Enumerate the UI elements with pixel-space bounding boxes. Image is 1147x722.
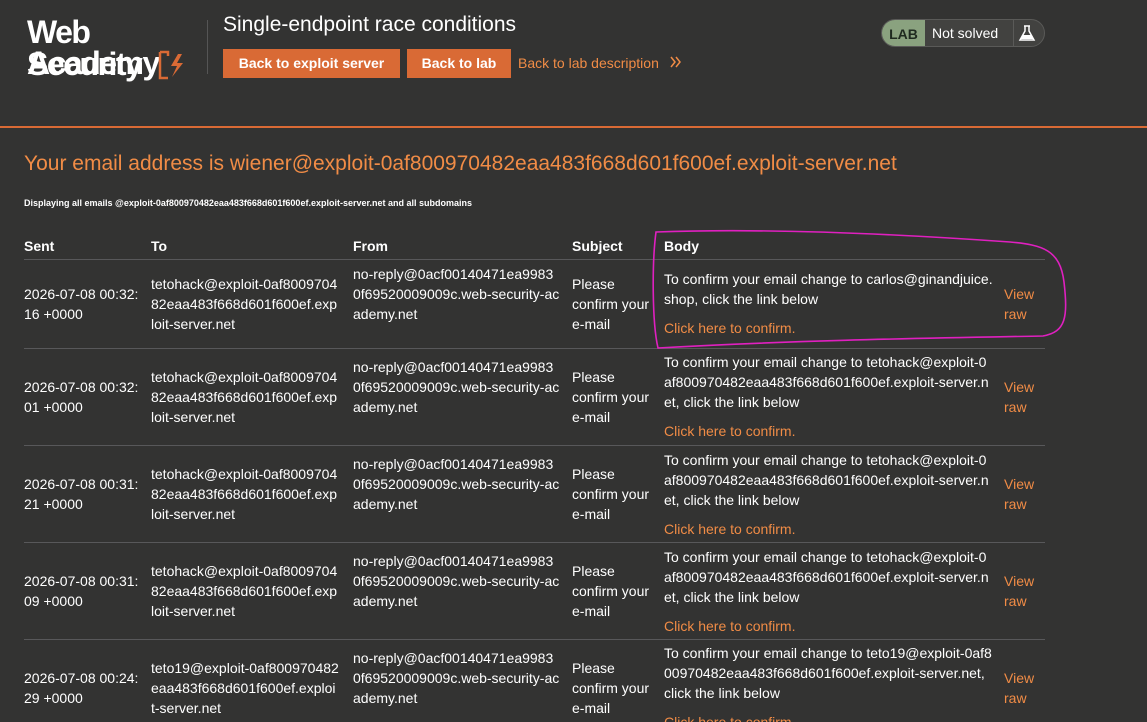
back-to-lab-description-link[interactable]: Back to lab description bbox=[518, 55, 659, 71]
logo-bolt-icon bbox=[158, 50, 183, 80]
sent-cell: 2026-07-08 00:32:16 +0000 bbox=[24, 286, 139, 322]
table-header: Sent To From Subject Body bbox=[24, 238, 1045, 260]
lab-badge: LAB bbox=[882, 20, 925, 46]
body-cell: To confirm your email change to carlos@g… bbox=[664, 271, 993, 307]
confirm-link[interactable]: Click here to confirm. bbox=[664, 618, 795, 634]
lab-status-widget: LAB Not solved bbox=[881, 19, 1045, 47]
subject-cell: Please confirm your e-mail bbox=[572, 563, 650, 619]
from-cell: no-reply@0acf00140471ea99830f69520009009… bbox=[353, 650, 560, 706]
col-header-body: Body bbox=[664, 238, 699, 254]
body-cell: To confirm your email change to teto19@e… bbox=[664, 645, 992, 701]
sent-cell: 2026-07-08 00:24:29 +0000 bbox=[24, 670, 139, 706]
academy-logo[interactable]: Web Security Academy bbox=[24, 14, 208, 82]
to-cell: tetohack@exploit-0af800970482eaa483f668d… bbox=[151, 466, 338, 522]
view-raw-link[interactable]: View raw bbox=[1004, 377, 1044, 417]
confirm-link[interactable]: Click here to confirm. bbox=[664, 320, 795, 336]
col-header-to: To bbox=[151, 238, 168, 254]
sent-cell: 2026-07-08 00:31:09 +0000 bbox=[24, 573, 139, 609]
logo-divider bbox=[207, 20, 208, 74]
back-to-exploit-server-button[interactable]: Back to exploit server bbox=[223, 49, 400, 78]
chevron-double-right-icon bbox=[670, 56, 681, 68]
view-raw-link[interactable]: View raw bbox=[1004, 284, 1044, 324]
view-raw-link[interactable]: View raw bbox=[1004, 668, 1044, 708]
from-cell: no-reply@0acf00140471ea99830f69520009009… bbox=[353, 266, 560, 322]
view-raw-link[interactable]: View raw bbox=[1004, 571, 1044, 611]
confirm-link[interactable]: Click here to confirm. bbox=[664, 714, 795, 722]
to-cell: tetohack@exploit-0af800970482eaa483f668d… bbox=[151, 369, 338, 425]
email-address-heading: Your email address is wiener@exploit-0af… bbox=[24, 152, 897, 175]
col-header-sent: Sent bbox=[24, 238, 55, 254]
subject-cell: Please confirm your e-mail bbox=[572, 660, 650, 716]
from-cell: no-reply@0acf00140471ea99830f69520009009… bbox=[353, 456, 560, 512]
table-row: 2026-07-08 00:31:09 +0000 tetohack@explo… bbox=[24, 543, 1045, 640]
from-cell: no-reply@0acf00140471ea99830f69520009009… bbox=[353, 359, 560, 415]
status-separator bbox=[1013, 20, 1014, 46]
confirm-link[interactable]: Click here to confirm. bbox=[664, 521, 795, 537]
display-subtitle: Displaying all emails @exploit-0af800970… bbox=[24, 198, 472, 208]
table-row: 2026-07-08 00:31:21 +0000 tetohack@explo… bbox=[24, 446, 1045, 543]
col-header-subject: Subject bbox=[572, 238, 623, 254]
subject-cell: Please confirm your e-mail bbox=[572, 276, 650, 332]
to-cell: tetohack@exploit-0af800970482eaa483f668d… bbox=[151, 276, 338, 332]
from-cell: no-reply@0acf00140471ea99830f69520009009… bbox=[353, 553, 560, 609]
subject-cell: Please confirm your e-mail bbox=[572, 369, 650, 425]
table-row: 2026-07-08 00:32:16 +0000 tetohack@explo… bbox=[24, 261, 1045, 349]
body-cell: To confirm your email change to tetohack… bbox=[664, 549, 989, 605]
lab-title: Single-endpoint race conditions bbox=[223, 13, 517, 36]
table-row: 2026-07-08 00:24:29 +0000 teto19@exploit… bbox=[24, 640, 1045, 722]
to-cell: tetohack@exploit-0af800970482eaa483f668d… bbox=[151, 563, 338, 619]
logo-text-line2: Academy bbox=[27, 45, 160, 81]
sent-cell: 2026-07-08 00:31:21 +0000 bbox=[24, 476, 139, 512]
body-cell: To confirm your email change to tetohack… bbox=[664, 354, 989, 410]
body-cell: To confirm your email change to tetohack… bbox=[664, 452, 989, 508]
table-row: 2026-07-08 00:32:01 +0000 tetohack@explo… bbox=[24, 349, 1045, 446]
subject-cell: Please confirm your e-mail bbox=[572, 466, 650, 522]
col-header-from: From bbox=[353, 238, 388, 254]
header: Web Security Academy Single-endpoint rac… bbox=[0, 0, 1147, 128]
sent-cell: 2026-07-08 00:32:01 +0000 bbox=[24, 379, 139, 415]
back-to-lab-button[interactable]: Back to lab bbox=[407, 49, 511, 78]
confirm-link[interactable]: Click here to confirm. bbox=[664, 423, 795, 439]
to-cell: teto19@exploit-0af800970482eaa483f668d60… bbox=[151, 660, 339, 716]
flask-icon bbox=[1018, 25, 1036, 41]
view-raw-link[interactable]: View raw bbox=[1004, 474, 1044, 514]
lab-status-text: Not solved bbox=[932, 25, 999, 41]
